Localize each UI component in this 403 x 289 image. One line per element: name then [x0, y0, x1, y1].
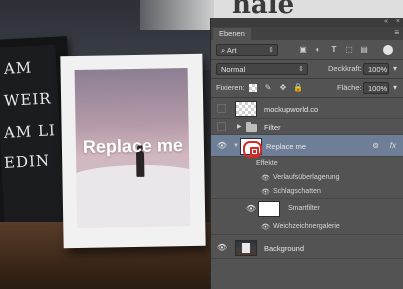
layer-group-row[interactable]: ▶ Filter [211, 119, 403, 135]
decor-letters: hale [232, 0, 295, 20]
filter-row[interactable]: 👁 Weichzeichnergalerie [211, 219, 403, 235]
type-filter-icon[interactable]: T [328, 44, 340, 56]
replace-me-text: Replace me [82, 135, 184, 157]
white-frame: Replace me [60, 53, 206, 249]
effect-name: Schlagschatten [273, 188, 321, 195]
eye-icon[interactable]: 👁 [216, 141, 228, 150]
panel-menu-icon[interactable]: ≡ [394, 28, 399, 37]
effect-row[interactable]: 👁 Verlaufsüberlagerung [211, 171, 403, 185]
fill-field[interactable]: 100% [363, 82, 389, 94]
collapse-icon[interactable]: « [384, 18, 388, 25]
eye-icon[interactable]: 👁 [261, 188, 270, 196]
eye-icon[interactable]: 👁 [261, 174, 270, 182]
layer-name: Replace me [266, 142, 307, 151]
chevron-updown-icon: ⇕ [298, 66, 304, 73]
effect-row[interactable]: 👁 Schlagschatten [211, 185, 403, 199]
filter-row: ⌕ Art ⇕ ▣ ◐ T ⬚ ▤ [211, 42, 403, 58]
layer-row[interactable]: 👁 Background [211, 237, 403, 259]
smartfilter-link-icon: ⊚ [372, 141, 379, 150]
eye-icon[interactable]: 👁 [216, 243, 228, 252]
shape-filter-icon[interactable]: ⬚ [343, 44, 355, 56]
blend-mode-select[interactable]: Normal ⇕ [216, 63, 308, 75]
lock-row: Fixieren: ✎ ✥ 🔒 Fläche: 100% ▾ [211, 80, 403, 96]
lock-all-icon[interactable]: 🔒 [292, 82, 304, 94]
smartfilter-label: Smartfilter [288, 205, 320, 212]
layers-panel: « × Ebenen ≡ ⌕ Art ⇕ ▣ ◐ T ⬚ ▤ Normal ⇕ … [210, 18, 403, 289]
tab-ebenen[interactable]: Ebenen [213, 28, 251, 40]
chevron-updown-icon: ⇕ [268, 47, 274, 54]
opacity-label: Deckkraft: [328, 64, 362, 73]
highlight-circle [243, 141, 262, 158]
effects-label: Effekte [256, 160, 278, 167]
fx-icon[interactable]: fx [390, 141, 396, 150]
panel-tabs: Ebenen ≡ [211, 27, 403, 40]
panel-header-bar: « × [211, 18, 403, 27]
layer-row-selected[interactable]: 👁 ▼ Replace me ⊚ fx [211, 135, 403, 158]
layer-row[interactable]: mockupworld.co [211, 99, 403, 119]
layer-thumbnail [235, 240, 257, 256]
chevron-down-icon[interactable]: ▾ [390, 82, 400, 94]
light-patch [140, 0, 214, 30]
eye-icon[interactable]: 👁 [261, 223, 270, 231]
visibility-toggle[interactable] [217, 104, 226, 113]
layer-name: Background [264, 244, 305, 253]
fill-label: Fläche: [337, 83, 362, 92]
adjustment-filter-icon[interactable]: ◐ [312, 44, 324, 56]
image-filter-icon[interactable]: ▣ [297, 44, 309, 56]
filter-name: Weichzeichnergalerie [273, 223, 340, 230]
layer-thumbnail [235, 101, 257, 117]
lock-position-icon[interactable]: ✥ [277, 82, 289, 94]
expand-arrow-icon[interactable]: ▶ [237, 123, 242, 130]
folder-icon [246, 122, 257, 132]
layer-name: Filter [264, 123, 281, 132]
smartobject-filter-icon[interactable]: ▤ [358, 44, 370, 56]
effect-name: Verlaufsüberlagerung [273, 174, 340, 181]
smartfilter-row[interactable]: 👁 Smartfilter [211, 199, 403, 219]
lock-image-icon[interactable]: ✎ [262, 82, 274, 94]
eye-icon[interactable]: 👁 [245, 204, 257, 213]
lock-transparency-icon[interactable] [249, 84, 257, 92]
layer-name: mockupworld.co [264, 105, 319, 114]
frame-image: Replace me [74, 68, 191, 228]
visibility-toggle[interactable] [217, 122, 226, 131]
filter-kind-select[interactable]: ⌕ Art ⇕ [216, 44, 278, 56]
lock-label: Fixieren: [216, 83, 245, 92]
chevron-down-icon[interactable]: ▾ [390, 63, 400, 75]
opacity-field[interactable]: 100% [363, 63, 389, 75]
collapse-arrow-icon[interactable]: ▼ [233, 143, 239, 149]
close-icon[interactable]: × [396, 18, 400, 25]
filter-mask-thumbnail [258, 201, 280, 217]
effects-row[interactable]: Effekte [211, 157, 403, 171]
filter-toggle[interactable] [383, 45, 393, 55]
blend-row: Normal ⇕ Deckkraft: 100% ▾ [211, 61, 403, 77]
mockup-photo: AM WEIR AM LI EDIN Replace me [0, 0, 214, 289]
